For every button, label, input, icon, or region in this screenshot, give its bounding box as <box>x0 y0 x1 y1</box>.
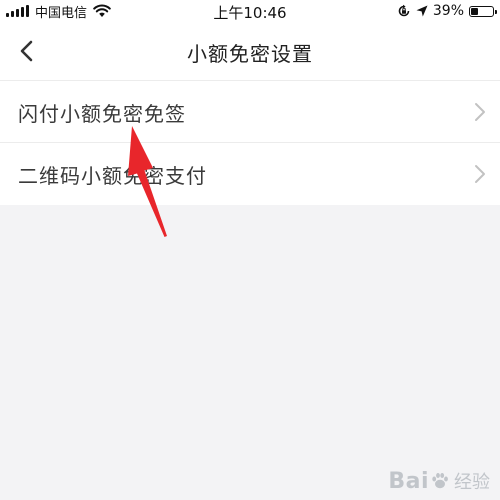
battery-level <box>471 7 479 15</box>
status-bar: 中国电信 上午10:46 39% <box>0 0 500 22</box>
location-arrow-icon <box>416 5 428 17</box>
status-right: 39% <box>397 2 497 20</box>
list-item-label: 二维码小额免密支付 <box>18 164 207 188</box>
battery-icon <box>469 5 497 17</box>
settings-list: 闪付小额免密免签 二维码小额免密支付 <box>0 81 500 205</box>
battery-percent: 39% <box>432 3 464 19</box>
watermark: Bai 经验 <box>388 468 490 494</box>
rotation-lock-icon <box>398 4 410 17</box>
list-item-qr-code-pay[interactable]: 二维码小额免密支付 <box>0 143 500 205</box>
list-item-nfc-quick-pay[interactable]: 闪付小额免密免签 <box>0 81 500 143</box>
watermark-suffix: 经验 <box>454 472 490 493</box>
chevron-right-icon <box>475 165 485 183</box>
paw-icon <box>432 473 448 489</box>
chevron-right-icon <box>475 103 485 121</box>
watermark-brand: Bai <box>388 468 429 494</box>
list-item-label: 闪付小额免密免签 <box>18 102 186 126</box>
nav-bar: 小额免密设置 <box>0 22 500 81</box>
page-title: 小额免密设置 <box>187 42 313 66</box>
